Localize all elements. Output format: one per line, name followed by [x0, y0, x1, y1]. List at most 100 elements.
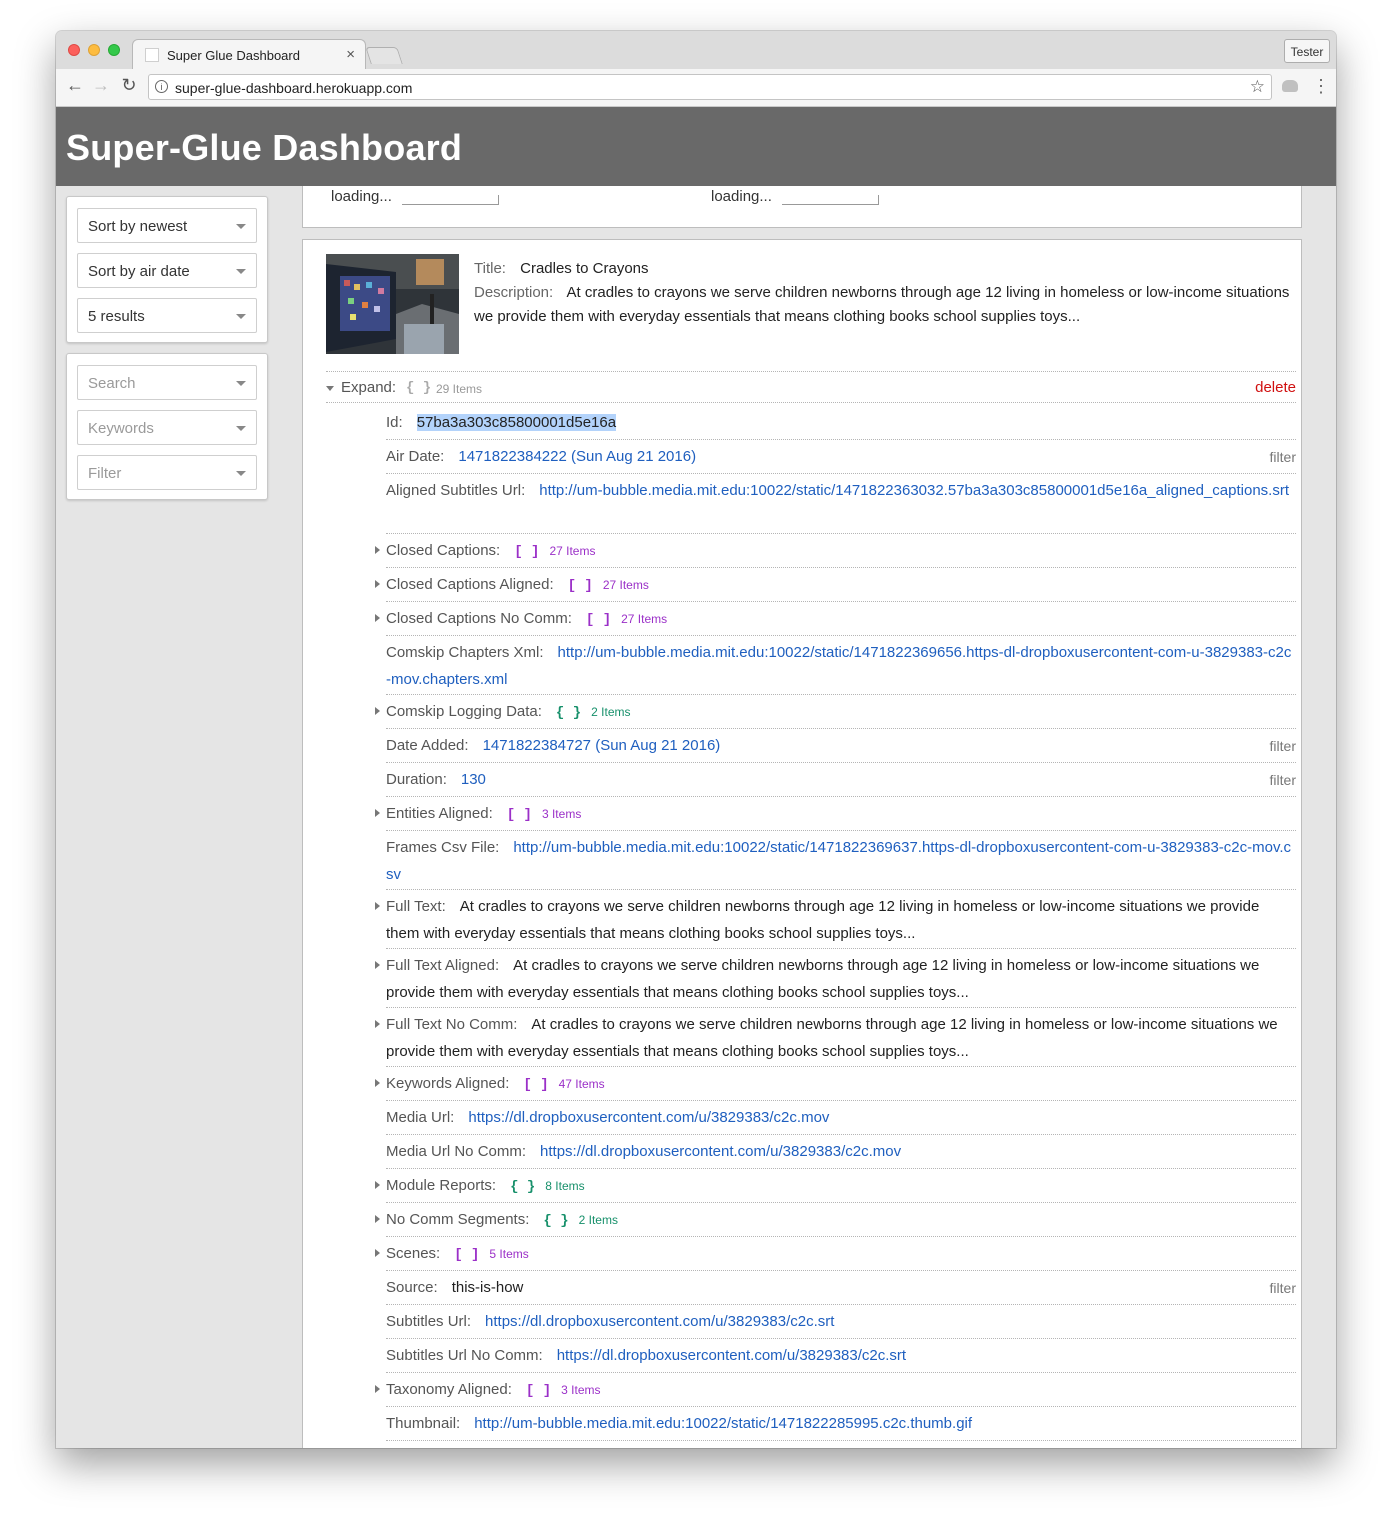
sort-air-date-select[interactable]: Sort by air date: [77, 253, 257, 288]
delete-link[interactable]: delete: [1255, 379, 1296, 396]
app-header: Super-Glue Dashboard: [56, 107, 1336, 186]
field-value-link[interactable]: https://dl.dropboxusercontent.com/u/3829…: [468, 1109, 829, 1126]
expand-triangle-icon[interactable]: [375, 580, 380, 588]
field-value-link[interactable]: http://um-bubble.media.mit.edu:10022/sta…: [539, 482, 1289, 499]
back-icon[interactable]: ←: [64, 75, 86, 96]
address-bar[interactable]: i super-glue-dashboard.herokuapp.com ☆: [148, 74, 1272, 100]
filter-link[interactable]: filter: [1270, 1275, 1296, 1302]
sort-newest-select[interactable]: Sort by newest: [77, 208, 257, 243]
tab-title: Super Glue Dashboard: [167, 48, 300, 63]
expand-triangle-icon[interactable]: [375, 546, 380, 554]
expand-label: Expand:: [341, 379, 397, 396]
item-count: 3 Items: [561, 1383, 601, 1397]
browser-tab[interactable]: Super Glue Dashboard ×: [132, 39, 366, 71]
field-value-link[interactable]: 1471822384222 (Sun Aug 21 2016): [458, 448, 696, 465]
field-value-link[interactable]: https://dl.dropboxusercontent.com/u/3829…: [485, 1313, 834, 1330]
search-input[interactable]: Search: [77, 365, 257, 400]
field-value-link[interactable]: http://um-bubble.media.mit.edu:10022/sta…: [474, 1415, 972, 1432]
chevron-down-icon: [236, 269, 246, 274]
filter-link[interactable]: filter: [1270, 767, 1296, 794]
field-row: Comskip Logging Data: { } 2 Items: [375, 695, 1296, 729]
extension-cloud-icon[interactable]: [1282, 80, 1298, 92]
description-label: Description:: [474, 284, 554, 301]
item-title: Cradles to Crayons: [520, 260, 649, 277]
field-value-link[interactable]: 130: [461, 771, 486, 788]
keywords-placeholder: Keywords: [88, 420, 154, 437]
item-count: 2 Items: [578, 1213, 618, 1227]
keywords-input[interactable]: Keywords: [77, 410, 257, 445]
item-count: 2 Items: [591, 705, 631, 719]
array-brackets[interactable]: [ ]: [514, 544, 539, 560]
field-label: Source:: [386, 1279, 438, 1296]
item-count: 27 Items: [602, 578, 649, 592]
field-value-id[interactable]: 57ba3a303c85800001d5e16a: [416, 414, 617, 431]
field-value-link[interactable]: http://um-bubble.media.mit.edu:10022/sta…: [386, 839, 1291, 883]
field-value-text: At cradles to crayons we serve children …: [386, 957, 1260, 1001]
field-row: Closed Captions: [ ] 27 Items: [375, 534, 1296, 568]
item-count: 3 Items: [541, 807, 582, 821]
filter-link[interactable]: filter: [1270, 444, 1296, 471]
array-brackets[interactable]: [ ]: [586, 612, 611, 628]
array-brackets[interactable]: [ ]: [507, 807, 532, 823]
maximize-window-button[interactable]: [108, 44, 120, 56]
field-row: Closed Captions Aligned: [ ] 27 Items: [375, 568, 1296, 602]
expand-triangle-icon[interactable]: [375, 1079, 380, 1087]
expand-triangle-icon[interactable]: [375, 809, 380, 817]
expand-triangle-icon[interactable]: [375, 1020, 380, 1028]
chevron-down-icon: [236, 471, 246, 476]
close-window-button[interactable]: [68, 44, 80, 56]
expand-triangle-icon[interactable]: [375, 707, 380, 715]
field-row: Subtitles Url: https://dl.dropboxusercont…: [386, 1305, 1296, 1339]
field-row: Closed Captions No Comm: [ ] 27 Items: [375, 602, 1296, 636]
expand-triangle-icon[interactable]: [375, 1215, 380, 1223]
video-thumbnail[interactable]: [326, 254, 459, 354]
field-value-link[interactable]: https://dl.dropboxusercontent.com/u/3829…: [540, 1143, 901, 1160]
field-label: Scenes:: [386, 1245, 441, 1262]
field-row: Keywords Aligned: [ ] 47 Items: [375, 1067, 1296, 1101]
field-value-link[interactable]: https://dl.dropboxusercontent.com/u/3829…: [557, 1347, 906, 1364]
site-info-icon[interactable]: i: [155, 80, 168, 93]
array-brackets[interactable]: [ ]: [568, 578, 593, 594]
array-brackets[interactable]: [ ]: [523, 1077, 548, 1093]
new-tab-button[interactable]: [365, 47, 403, 64]
expand-row[interactable]: Expand: { } 29 Items delete: [326, 376, 1296, 403]
collapse-triangle-icon[interactable]: [326, 386, 334, 391]
field-label: Taxonomy Aligned:: [386, 1381, 512, 1398]
expand-triangle-icon[interactable]: [375, 1249, 380, 1257]
browser-window: Super Glue Dashboard × Tester ← → ↻ i su…: [56, 31, 1336, 1448]
filter-input[interactable]: Filter: [77, 455, 257, 490]
field-label: Closed Captions:: [386, 542, 501, 559]
browser-menu-icon[interactable]: ⋮: [1312, 76, 1330, 97]
address-url[interactable]: super-glue-dashboard.herokuapp.com: [175, 80, 412, 96]
thumbnail-image: [326, 254, 459, 354]
expand-triangle-icon[interactable]: [375, 1385, 380, 1393]
field-label: Media Url:: [386, 1109, 455, 1126]
field-label: No Comm Segments:: [386, 1211, 530, 1228]
object-braces[interactable]: { }: [556, 705, 581, 721]
search-placeholder: Search: [88, 375, 136, 392]
field-value-link[interactable]: 1471822384727 (Sun Aug 21 2016): [483, 737, 721, 754]
field-label: Thumbnail:: [386, 1415, 461, 1432]
array-brackets[interactable]: [ ]: [454, 1247, 479, 1263]
field-row: Source: this-is-how filter: [386, 1271, 1296, 1305]
expand-triangle-icon[interactable]: [375, 1181, 380, 1189]
results-count-select[interactable]: 5 results: [77, 298, 257, 333]
profile-button[interactable]: Tester: [1284, 39, 1330, 63]
field-row: Air Date: 1471822384222 (Sun Aug 21 2016)…: [386, 440, 1296, 474]
bookmark-star-icon[interactable]: ☆: [1250, 77, 1265, 97]
field-value-text: At cradles to crayons we serve children …: [386, 1016, 1278, 1060]
forward-icon[interactable]: →: [90, 75, 112, 96]
array-brackets[interactable]: [ ]: [526, 1383, 551, 1399]
minimize-window-button[interactable]: [88, 44, 100, 56]
expand-triangle-icon[interactable]: [375, 614, 380, 622]
reload-icon[interactable]: ↻: [118, 75, 140, 96]
expand-triangle-icon[interactable]: [375, 902, 380, 910]
field-label: Entities Aligned:: [386, 805, 493, 822]
object-braces[interactable]: { }: [543, 1213, 568, 1229]
field-row: Scenes: [ ] 5 Items: [375, 1237, 1296, 1271]
filter-link[interactable]: filter: [1270, 733, 1296, 760]
tab-close-icon[interactable]: ×: [346, 46, 355, 63]
object-braces[interactable]: { }: [510, 1179, 535, 1195]
field-row: Aligned Subtitles Url: http://um-bubble.m…: [386, 474, 1296, 534]
expand-triangle-icon[interactable]: [375, 961, 380, 969]
